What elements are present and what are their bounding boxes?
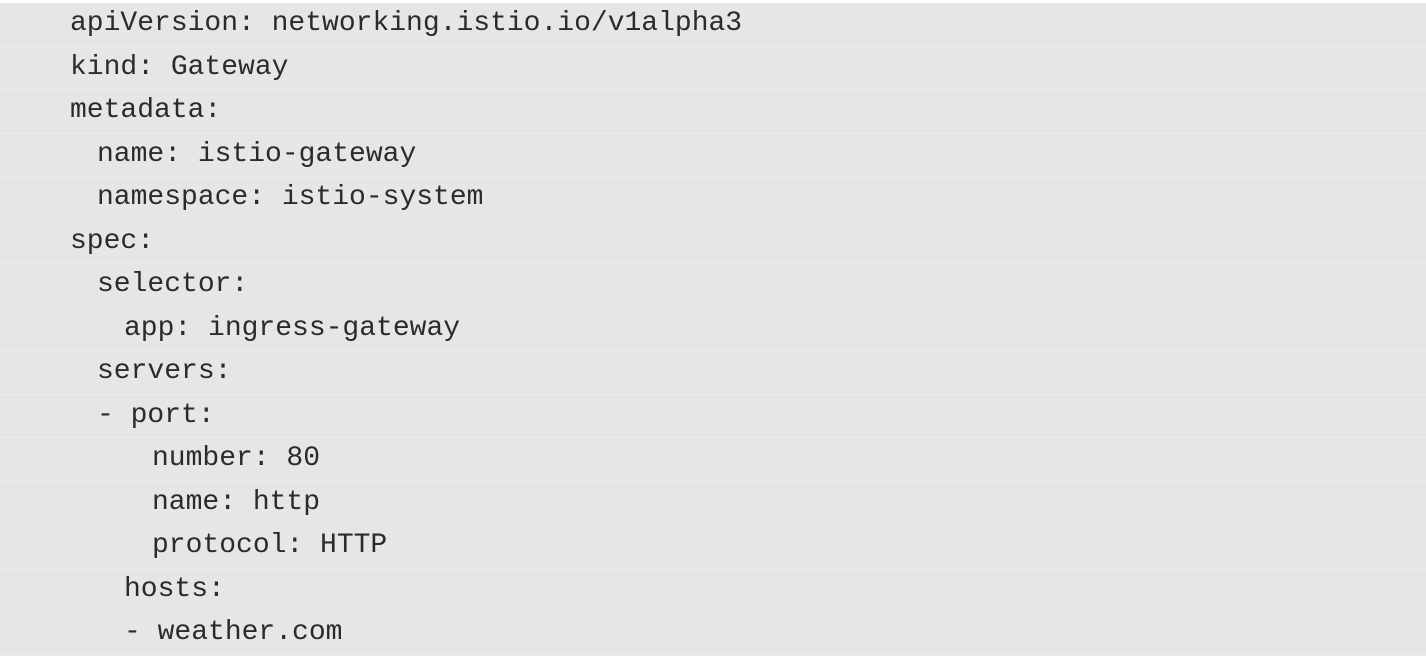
code-line: metadata:	[0, 90, 1426, 134]
code-line: protocol: HTTP	[0, 525, 1426, 569]
code-line: app: ingress-gateway	[0, 308, 1426, 351]
code-line: servers:	[0, 351, 1426, 395]
code-line: name: http	[0, 482, 1426, 525]
code-line: kind: Gateway	[0, 47, 1426, 90]
code-line: - weather.com	[0, 612, 1426, 656]
code-line: apiVersion: networking.istio.io/v1alpha3	[0, 3, 1426, 47]
code-line: selector:	[0, 264, 1426, 308]
yaml-code-block: apiVersion: networking.istio.io/v1alpha3…	[0, 3, 1426, 656]
code-line: spec:	[0, 221, 1426, 264]
code-line: - port:	[0, 395, 1426, 438]
code-line: namespace: istio-system	[0, 177, 1426, 221]
code-line: name: istio-gateway	[0, 134, 1426, 177]
code-line: number: 80	[0, 438, 1426, 482]
code-line: hosts:	[0, 569, 1426, 612]
